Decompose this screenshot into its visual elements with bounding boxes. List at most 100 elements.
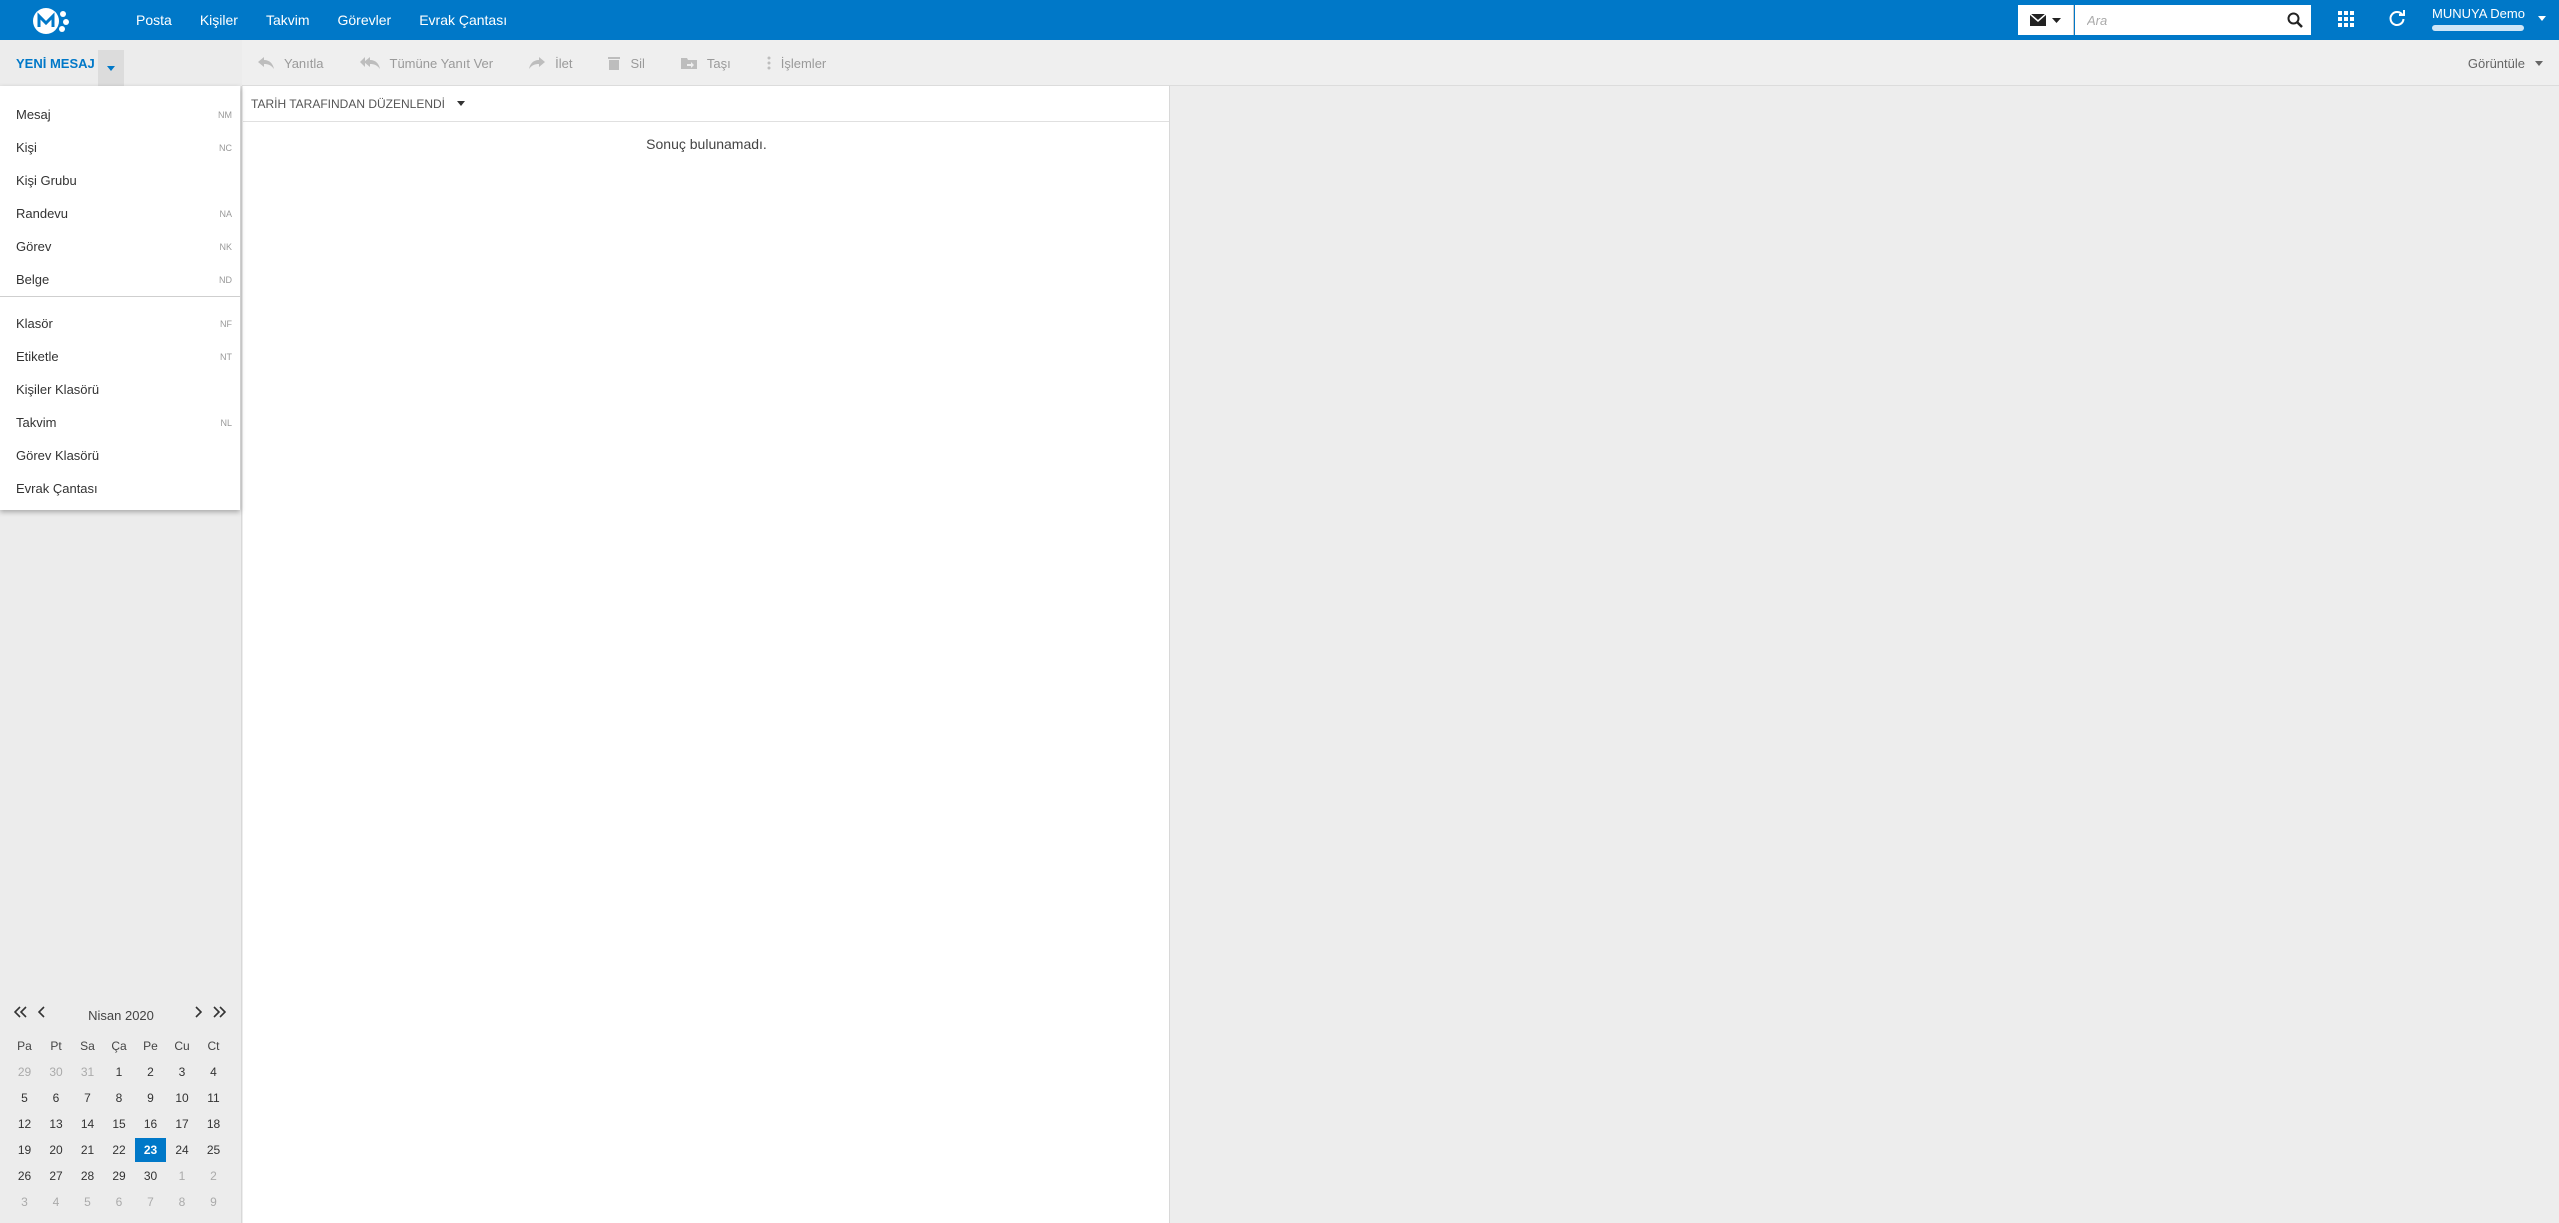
trash-icon bbox=[608, 57, 621, 70]
calendar-day[interactable]: 20 bbox=[41, 1138, 72, 1162]
calendar-month-title: Nisan 2020 bbox=[88, 1008, 154, 1023]
calendar-day[interactable]: 24 bbox=[167, 1138, 198, 1162]
reply-label: Yanıtla bbox=[284, 55, 324, 71]
menu-item-shortcut: NM bbox=[218, 109, 232, 120]
calendar-day[interactable]: 4 bbox=[41, 1190, 72, 1214]
menu-item-gorev-klasoru[interactable]: Görev Klasörü bbox=[0, 439, 240, 472]
calendar-day[interactable]: 11 bbox=[198, 1086, 229, 1110]
new-menu-toggle[interactable] bbox=[98, 50, 124, 86]
calendar-day[interactable]: 28 bbox=[72, 1164, 103, 1188]
menu-item-kisiler-klasoru[interactable]: Kişiler Klasörü bbox=[0, 373, 240, 406]
calendar-day[interactable]: 12 bbox=[9, 1112, 40, 1136]
menu-item-etiketle[interactable]: Etiketle NT bbox=[0, 340, 240, 373]
menu-item-shortcut: NL bbox=[220, 417, 232, 428]
calendar-day[interactable]: 7 bbox=[135, 1190, 166, 1214]
calendar-day[interactable]: 19 bbox=[9, 1138, 40, 1162]
nav-gorevler[interactable]: Görevler bbox=[338, 12, 392, 28]
chevron-down-icon bbox=[457, 101, 466, 106]
calendar-day[interactable]: 16 bbox=[135, 1112, 166, 1136]
calendar-day[interactable]: 1 bbox=[167, 1164, 198, 1188]
calendar-day[interactable]: 15 bbox=[104, 1112, 135, 1136]
move-button[interactable]: Taşı bbox=[680, 56, 731, 71]
nav-takvim[interactable]: Takvim bbox=[266, 12, 310, 28]
next-month-icon[interactable] bbox=[194, 1006, 202, 1018]
calendar-day[interactable]: 26 bbox=[9, 1164, 40, 1188]
menu-item-kisi-grubu[interactable]: Kişi Grubu bbox=[0, 164, 240, 197]
calendar-day[interactable]: 3 bbox=[167, 1060, 198, 1084]
move-folder-icon bbox=[680, 58, 697, 69]
search-input[interactable] bbox=[2075, 5, 2275, 35]
nav-posta[interactable]: Posta bbox=[136, 12, 172, 28]
calendar-day[interactable]: 2 bbox=[198, 1164, 229, 1188]
calendar-day[interactable]: 4 bbox=[198, 1060, 229, 1084]
search-icon[interactable] bbox=[2287, 12, 2303, 28]
reply-button[interactable]: Yanıtla bbox=[258, 56, 324, 71]
next-year-icon[interactable] bbox=[212, 1006, 226, 1018]
calendar-day[interactable]: 29 bbox=[9, 1060, 40, 1084]
calendar-day[interactable]: 5 bbox=[72, 1190, 103, 1214]
forward-button[interactable]: İlet bbox=[529, 56, 572, 71]
calendar-day[interactable]: 31 bbox=[72, 1060, 103, 1084]
menu-item-label: Etiketle bbox=[16, 349, 59, 364]
main-nav: Posta Kişiler Takvim Görevler Evrak Çant… bbox=[136, 0, 535, 40]
calendar-day-selected[interactable]: 23 bbox=[135, 1138, 166, 1162]
calendar-header: Nisan 2020 bbox=[0, 1000, 242, 1028]
calendar-day[interactable]: 18 bbox=[198, 1112, 229, 1136]
user-menu[interactable]: MUNUYA Demo bbox=[2432, 6, 2552, 31]
calendar-day[interactable]: 29 bbox=[104, 1164, 135, 1188]
calendar-day[interactable]: 5 bbox=[9, 1086, 40, 1110]
menu-item-kisi[interactable]: Kişi NC bbox=[0, 131, 240, 164]
menu-item-takvim[interactable]: Takvim NL bbox=[0, 406, 240, 439]
weekday-header: Cu bbox=[174, 1039, 190, 1053]
menu-item-gorev[interactable]: Görev NK bbox=[0, 230, 240, 263]
calendar-day[interactable]: 2 bbox=[135, 1060, 166, 1084]
more-vertical-icon bbox=[767, 56, 771, 70]
apps-grid-icon[interactable] bbox=[2337, 10, 2355, 28]
calendar-day[interactable]: 10 bbox=[167, 1086, 198, 1110]
menu-item-shortcut: NA bbox=[219, 208, 232, 219]
calendar-day[interactable]: 25 bbox=[198, 1138, 229, 1162]
refresh-icon[interactable] bbox=[2388, 10, 2406, 28]
calendar-day[interactable]: 6 bbox=[104, 1190, 135, 1214]
more-actions-label: İşlemler bbox=[780, 55, 827, 71]
menu-item-evrak-cantasi[interactable]: Evrak Çantası bbox=[0, 472, 240, 505]
new-message-button[interactable]: YENİ MESAJ bbox=[16, 56, 95, 71]
app-logo[interactable] bbox=[30, 6, 72, 36]
calendar-day[interactable]: 7 bbox=[72, 1086, 103, 1110]
calendar-day[interactable]: 17 bbox=[167, 1112, 198, 1136]
menu-item-randevu[interactable]: Randevu NA bbox=[0, 197, 240, 230]
calendar-day[interactable]: 8 bbox=[104, 1086, 135, 1110]
weekday-header: Pt bbox=[50, 1039, 62, 1053]
empty-state-text: Sonuç bulunamadı. bbox=[646, 136, 767, 152]
view-menu-button[interactable]: Görüntüle bbox=[2468, 56, 2543, 71]
menu-item-belge[interactable]: Belge ND bbox=[0, 263, 240, 296]
menu-item-label: Takvim bbox=[16, 415, 57, 430]
search-scope-picker[interactable] bbox=[2018, 5, 2074, 35]
forward-label: İlet bbox=[555, 55, 573, 71]
calendar-day[interactable]: 6 bbox=[41, 1086, 72, 1110]
more-actions-button[interactable]: İşlemler bbox=[767, 55, 827, 71]
calendar-day[interactable]: 21 bbox=[72, 1138, 103, 1162]
delete-button[interactable]: Sil bbox=[608, 56, 645, 71]
calendar-day[interactable]: 22 bbox=[104, 1138, 135, 1162]
calendar-day[interactable]: 1 bbox=[104, 1060, 135, 1084]
calendar-day[interactable]: 27 bbox=[41, 1164, 72, 1188]
sort-label: TARİH TARAFINDAN DÜZENLENDİ bbox=[251, 96, 446, 111]
reply-all-button[interactable]: Tümüne Yanıt Ver bbox=[359, 56, 493, 71]
calendar-day[interactable]: 8 bbox=[167, 1190, 198, 1214]
menu-item-mesaj[interactable]: Mesaj NM bbox=[0, 98, 240, 131]
calendar-day[interactable]: 30 bbox=[135, 1164, 166, 1188]
nav-kisiler[interactable]: Kişiler bbox=[200, 12, 238, 28]
nav-evrak-cantasi[interactable]: Evrak Çantası bbox=[419, 12, 507, 28]
calendar-day[interactable]: 9 bbox=[135, 1086, 166, 1110]
menu-divider bbox=[0, 296, 240, 297]
calendar-day[interactable]: 9 bbox=[198, 1190, 229, 1214]
message-list: TARİH TARAFINDAN DÜZENLENDİ Sonuç buluna… bbox=[243, 86, 1170, 1223]
menu-item-klasor[interactable]: Klasör NF bbox=[0, 307, 240, 340]
sort-control[interactable]: TARİH TARAFINDAN DÜZENLENDİ bbox=[243, 86, 1169, 122]
calendar-day[interactable]: 3 bbox=[9, 1190, 40, 1214]
calendar-day[interactable]: 13 bbox=[41, 1112, 72, 1136]
calendar-day[interactable]: 30 bbox=[41, 1060, 72, 1084]
calendar-day[interactable]: 14 bbox=[72, 1112, 103, 1136]
new-message-control: YENİ MESAJ bbox=[0, 40, 242, 86]
